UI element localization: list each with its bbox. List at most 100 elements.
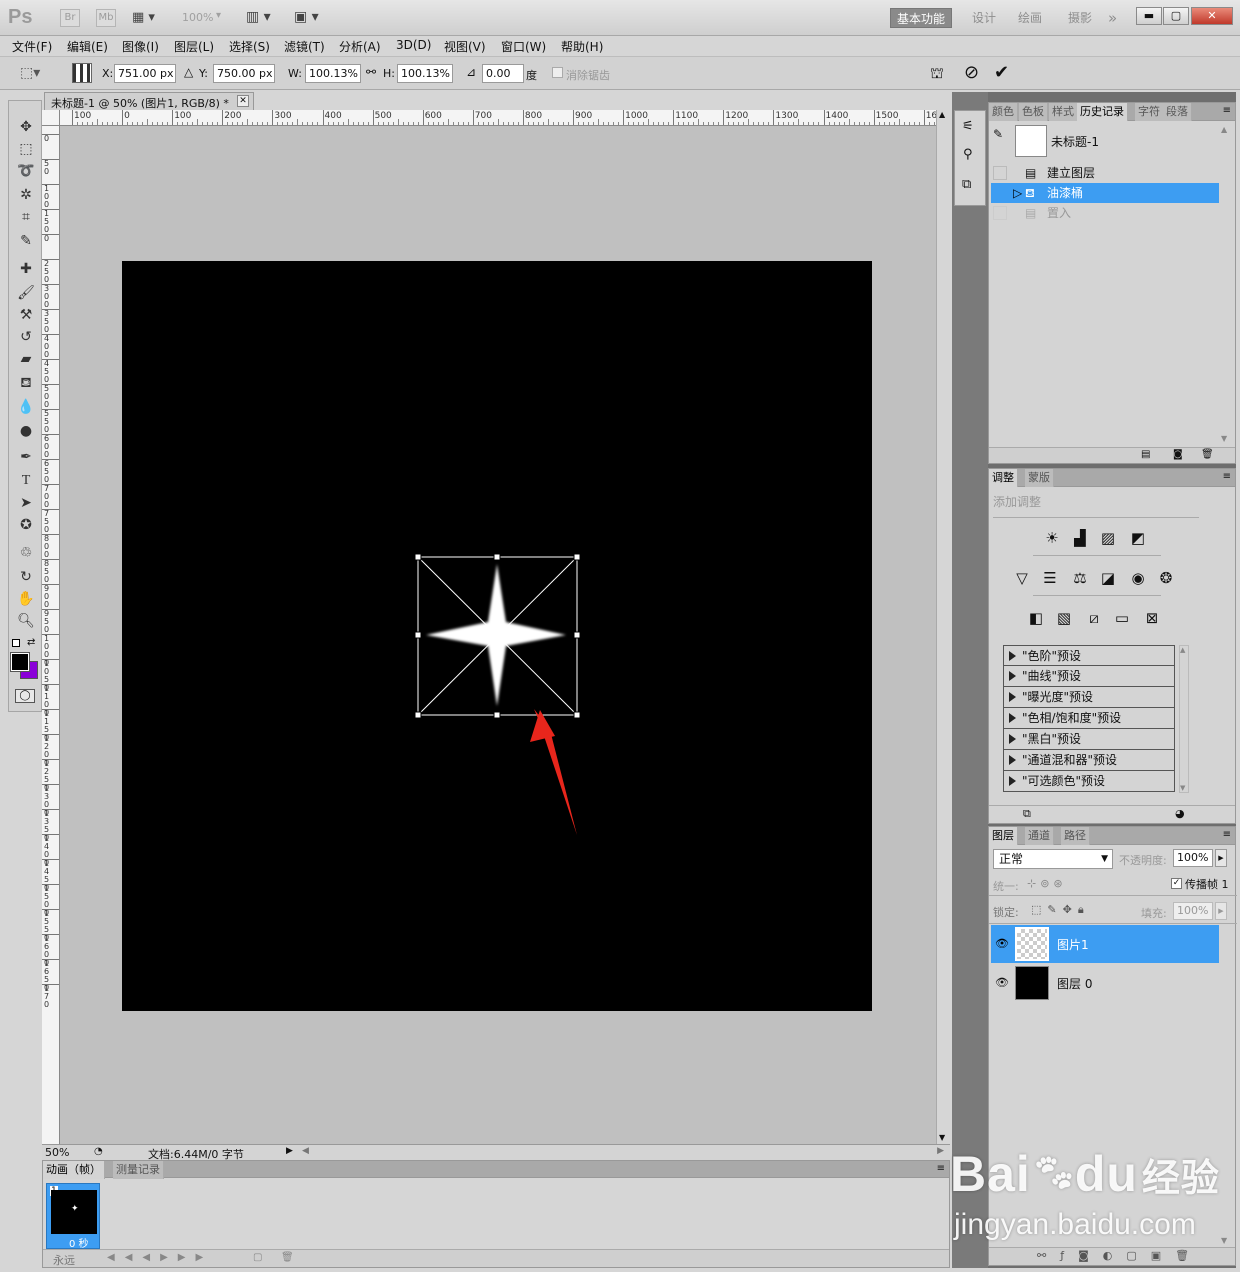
tool-presets-icon[interactable]: ⚟	[962, 119, 974, 134]
antialias-checkbox[interactable]	[552, 67, 563, 78]
blend-mode-select[interactable]: 正常 ▼	[993, 849, 1113, 869]
loop-option[interactable]: 永远	[53, 1252, 75, 1268]
y-field[interactable]: 750.00 px	[213, 64, 275, 83]
playback-controls[interactable]: ◀◀◀▶▶▶	[107, 1252, 213, 1263]
menu-filter[interactable]: 滤镜(T)	[284, 38, 325, 55]
curves-icon[interactable]: ▨	[1097, 527, 1119, 549]
tab-paragraph[interactable]: 段落	[1163, 103, 1192, 121]
tab-swatches[interactable]: 色板	[1019, 103, 1048, 121]
menu-view[interactable]: 视图(V)	[444, 38, 486, 55]
workspace-design[interactable]: 设计	[972, 8, 996, 28]
layer-footer-icons[interactable]: ⚯ƒ◙◐▢▣🗑	[1037, 1249, 1203, 1262]
history-scrollbar[interactable]: ▲ ▼	[1221, 125, 1231, 443]
history-item-selected[interactable]: ▷ ⛾ 油漆桶	[991, 183, 1219, 203]
mini-bridge-button[interactable]: Mb	[96, 9, 116, 27]
frame-1[interactable]: 1 ✦ 0 秒	[46, 1183, 100, 1250]
layers-scrollbar[interactable]: ▼	[1221, 927, 1231, 1245]
hscroll-right-icon[interactable]: ▶	[937, 1146, 944, 1156]
eye-icon[interactable]: 👁	[995, 976, 1009, 989]
black-white-icon[interactable]: ◪	[1097, 567, 1119, 589]
bridge-button[interactable]: Br	[60, 9, 80, 27]
tab-color[interactable]: 颜色	[989, 103, 1018, 121]
invert-icon[interactable]: ◧	[1025, 607, 1047, 629]
menu-image[interactable]: 图像(I)	[122, 38, 159, 55]
vertical-scrollbar[interactable]: ▲ ▼	[936, 110, 950, 1144]
new-snapshot-icon[interactable]: ◙	[1173, 449, 1183, 460]
layer-row-selected[interactable]: 👁 图片1	[991, 925, 1219, 963]
link-icon[interactable]: ⚯	[366, 65, 376, 79]
workspace-more-button[interactable]: »	[1108, 8, 1117, 28]
tab-character[interactable]: 字符	[1135, 103, 1164, 121]
width-field[interactable]: 100.13%	[305, 64, 361, 83]
tab-channels[interactable]: 通道	[1025, 827, 1054, 845]
tab-measurement-log[interactable]: 测量记录	[113, 1161, 164, 1179]
dodge-tool-icon[interactable]: ●	[14, 421, 38, 441]
ruler-origin[interactable]	[42, 110, 60, 126]
3d-rotate-tool-icon[interactable]: ♲	[14, 543, 38, 563]
height-field[interactable]: 100.13%	[397, 64, 453, 83]
preset-exposure[interactable]: "曝光度"预设	[1003, 687, 1175, 708]
levels-icon[interactable]: ▟	[1069, 527, 1091, 549]
preset-levels[interactable]: "色阶"预设	[1003, 645, 1175, 666]
fill-slider-toggle[interactable]: ▶	[1215, 902, 1227, 920]
opacity-field[interactable]: 100%	[1173, 849, 1213, 867]
pen-tool-icon[interactable]: ✒	[14, 447, 38, 467]
brush-tool-icon[interactable]: 🖌	[14, 283, 38, 303]
vibrance-icon[interactable]: ▽	[1011, 567, 1033, 589]
scroll-down-icon[interactable]: ▼	[939, 1133, 945, 1142]
arrange-documents-button[interactable]: ▥ ▾	[246, 9, 271, 25]
document-tab[interactable]: 未标题-1 @ 50% (图片1, RGB/8) * ✕	[44, 92, 254, 110]
workspace-painting[interactable]: 绘画	[1018, 8, 1042, 28]
preset-black-white[interactable]: "黑白"预设	[1003, 729, 1175, 750]
snapshot-thumbnail[interactable]	[1015, 125, 1047, 157]
angle-field[interactable]: 0.00	[482, 64, 524, 83]
move-tool-icon[interactable]: ✥	[14, 117, 38, 137]
foreground-color-swatch[interactable]	[10, 652, 30, 672]
3d-orbit-tool-icon[interactable]: ↻	[14, 567, 38, 587]
clip-to-layer-icon[interactable]: ⧉	[1023, 807, 1031, 821]
screen-mode-button[interactable]: ▣ ▾	[294, 9, 319, 25]
crop-tool-icon[interactable]: ⌗	[14, 207, 38, 227]
delete-state-icon[interactable]: 🗑	[1201, 449, 1214, 460]
photo-filter-icon[interactable]: ◉	[1127, 567, 1149, 589]
tab-history[interactable]: 历史记录	[1077, 103, 1128, 121]
propagate-frame-checkbox[interactable]: ✓	[1171, 878, 1182, 889]
brushes-icon[interactable]: ⚲	[963, 147, 973, 162]
workspace-essentials[interactable]: 基本功能	[890, 8, 953, 28]
cancel-transform-icon[interactable]: ⊘	[964, 62, 979, 83]
menu-file[interactable]: 文件(F)	[12, 38, 52, 55]
tab-masks[interactable]: 蒙版	[1025, 469, 1054, 487]
eyedropper-tool-icon[interactable]: ✎	[14, 231, 38, 251]
maximize-button[interactable]: ▢	[1163, 7, 1189, 25]
snapshot-name[interactable]: 未标题-1	[1051, 133, 1099, 150]
blur-tool-icon[interactable]: 💧	[14, 397, 38, 417]
close-button[interactable]: ✕	[1191, 7, 1233, 25]
gradient-map-icon[interactable]: ▭	[1111, 607, 1133, 629]
shape-tool-icon[interactable]: ✪	[14, 515, 38, 535]
panel-menu-icon[interactable]: ≡	[1223, 829, 1231, 840]
reference-point-icon[interactable]	[72, 63, 92, 83]
menu-layer[interactable]: 图层(L)	[174, 38, 214, 55]
history-item[interactable]: ▤ 置入	[991, 203, 1219, 223]
panel-menu-icon[interactable]: ≡	[1223, 471, 1231, 482]
stamp-tool-icon[interactable]: ⚒	[14, 305, 38, 325]
panel-menu-icon[interactable]: ≡	[1223, 105, 1231, 116]
lasso-tool-icon[interactable]: ➰	[14, 161, 38, 181]
new-frame-icon[interactable]: ▢	[253, 1252, 262, 1263]
threshold-icon[interactable]: ⧄	[1083, 607, 1105, 629]
workspace-photography[interactable]: 摄影	[1068, 8, 1092, 28]
tab-paths[interactable]: 路径	[1061, 827, 1090, 845]
preset-curves[interactable]: "曲线"预设	[1003, 666, 1175, 687]
history-brush-tool-icon[interactable]: ↺	[14, 327, 38, 347]
delta-icon[interactable]: △	[184, 65, 193, 79]
path-select-tool-icon[interactable]: ➤	[14, 493, 38, 513]
x-field[interactable]: 751.00 px	[114, 64, 176, 83]
menu-analysis[interactable]: 分析(A)	[339, 38, 381, 55]
menu-3d[interactable]: 3D(D)	[396, 38, 431, 52]
lock-icons[interactable]: ⬚✎✥🔒︎	[1031, 903, 1090, 917]
eye-icon[interactable]: 👁	[995, 937, 1009, 950]
menu-help[interactable]: 帮助(H)	[561, 38, 603, 55]
healing-brush-tool-icon[interactable]: ✚	[14, 259, 38, 279]
opacity-slider-toggle[interactable]: ▶	[1215, 849, 1227, 867]
status-menu-arrow-icon[interactable]: ▶	[286, 1146, 293, 1156]
